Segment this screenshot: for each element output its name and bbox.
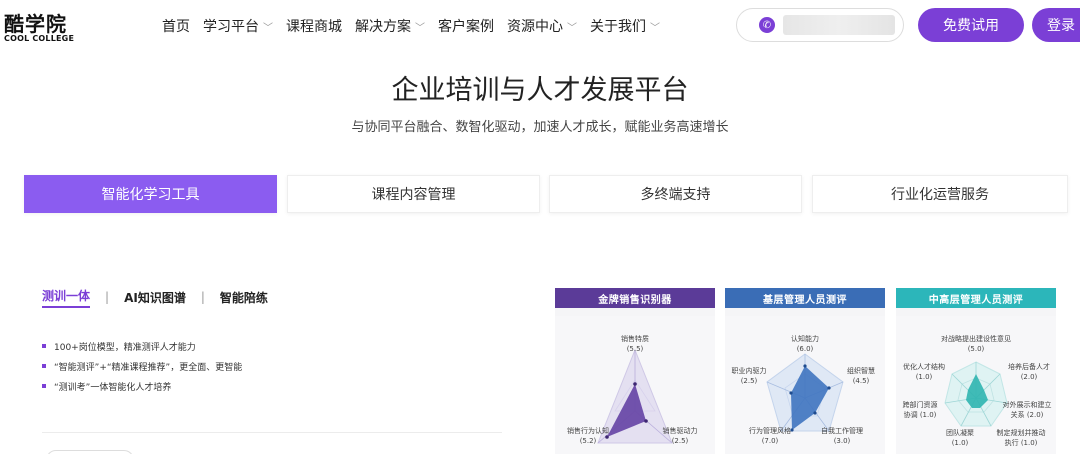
- list-item: 100+岗位模型，精准测评人才能力: [42, 336, 242, 356]
- card-senior-manager: 中高层管理人员测评 对战略提出建设性意见 (5.0) 培养后备人才 (2.0) 对外…: [896, 288, 1056, 454]
- list-item: “测训考”一体智能化人才培养: [42, 376, 242, 396]
- bullet-icon: [42, 364, 46, 368]
- subtab-ai-knowledge[interactable]: AI知识图谱: [124, 289, 186, 306]
- radar-chart: 对战略提出建设性意见 (5.0) 培养后备人才 (2.0) 对外展示和建立关系 (2…: [896, 316, 1056, 454]
- nav-item-learning-platform[interactable]: 学习平台 ﹀: [203, 16, 273, 36]
- divider: |: [200, 290, 205, 304]
- radar-chart: 认知能力 (6.0) 组织智慧 (4.5) 自我工作管理 (3.0) 行为管理风格 (7…: [725, 316, 885, 454]
- feature-tabs: 智能化学习工具 课程内容管理 多终端支持 行业化运营服务: [24, 175, 1080, 213]
- card-sales-identifier: 金牌销售识别器 销售特质 (5.5) 销售驱动力 (2.5) 销售行为认知 (5.2): [555, 288, 715, 454]
- radar-label: 对战略提出建设性意见 (5.0): [941, 335, 1011, 353]
- radar-label: 团队凝聚 (1.0): [946, 429, 974, 447]
- logo-subtext: COOL COLLEGE: [4, 34, 75, 43]
- chevron-down-icon: ﹀: [650, 22, 660, 34]
- phone-icon: ✆: [759, 17, 775, 33]
- section-divider: [42, 432, 502, 433]
- nav-item-about[interactable]: 关于我们 ﹀: [590, 16, 660, 36]
- site-header: 酷学院 COOL COLLEGE 首页 学习平台 ﹀ 课程商城 解决方案 ﹀ 客户案…: [0, 0, 1080, 52]
- phone-contact[interactable]: ✆: [736, 8, 904, 42]
- radar-label: 销售特质 (5.5): [621, 335, 649, 353]
- nav-item-cases[interactable]: 客户案例: [438, 16, 494, 36]
- nav-item-course-mall[interactable]: 课程商城: [286, 16, 342, 36]
- nav-item-solutions[interactable]: 解决方案 ﹀: [355, 16, 425, 36]
- more-button[interactable]: [46, 450, 134, 454]
- bullet-icon: [42, 384, 46, 388]
- card-basic-manager: 基层管理人员测评 认知能力 (6.0) 组织智慧 (4.5) 自我工作管理 (3.0)…: [725, 288, 885, 454]
- tab-multi-terminal[interactable]: 多终端支持: [549, 175, 802, 213]
- radar-label: 跨部门资源协调 (1.0): [902, 401, 938, 419]
- chevron-down-icon: ﹀: [263, 22, 273, 34]
- tab-smart-learning-tools[interactable]: 智能化学习工具: [24, 175, 277, 213]
- tab-course-content[interactable]: 课程内容管理: [287, 175, 540, 213]
- card-title: 基层管理人员测评: [725, 288, 885, 308]
- main-nav: 首页 学习平台 ﹀ 课程商城 解决方案 ﹀ 客户案例 资源中心 ﹀ 关于我们 ﹀: [162, 16, 673, 36]
- subtab-smart-coach[interactable]: 智能陪练: [220, 289, 268, 306]
- tab-industry-ops[interactable]: 行业化运营服务: [812, 175, 1068, 213]
- phone-number-blurred: [783, 15, 895, 35]
- page-title: 企业培训与人才发展平台: [391, 75, 689, 106]
- radar-label: 优化人才结构 (1.0): [903, 363, 945, 381]
- page-subtitle: 与协同平台融合、数智化驱动，加速人才成长，赋能业务高速增长: [351, 120, 729, 135]
- login-button[interactable]: 登录: [1032, 8, 1080, 42]
- chevron-down-icon: ﹀: [415, 22, 425, 34]
- nav-item-home[interactable]: 首页: [162, 16, 190, 36]
- divider: |: [105, 290, 110, 304]
- logo[interactable]: 酷学院 COOL COLLEGE: [4, 8, 84, 44]
- radar-label: 职业内驱力 (2.5): [731, 367, 767, 385]
- feature-list: 100+岗位模型，精准测评人才能力 “智能测评”+“精准课程推荐”，更全面、更智…: [42, 336, 242, 396]
- logo-text: 酷学院: [4, 12, 67, 36]
- radar-label: 行为管理风格 (7.0): [749, 427, 791, 445]
- card-title: 金牌销售识别器: [555, 288, 715, 308]
- bullet-icon: [42, 344, 46, 348]
- sub-tabs: 测训一体 | AI知识图谱 | 智能陪练: [42, 287, 268, 308]
- chevron-down-icon: ﹀: [567, 22, 577, 34]
- radar-label: 制定规划并推动执行 (1.0): [996, 429, 1046, 447]
- nav-item-resources[interactable]: 资源中心 ﹀: [507, 16, 577, 36]
- radar-chart: 销售特质 (5.5) 销售驱动力 (2.5) 销售行为认知 (5.2): [555, 316, 715, 454]
- radar-label: 认知能力 (6.0): [791, 335, 819, 353]
- radar-label: 销售行为认知 (5.2): [567, 427, 609, 445]
- radar-label: 组织智慧 (4.5): [847, 367, 875, 385]
- radar-label: 对外展示和建立关系 (2.0): [1002, 401, 1052, 419]
- card-title: 中高层管理人员测评: [896, 288, 1056, 308]
- radar-label: 培养后备人才 (2.0): [1008, 363, 1050, 381]
- radar-label: 自我工作管理 (3.0): [821, 427, 863, 445]
- free-trial-button[interactable]: 免费试用: [918, 8, 1024, 42]
- list-item: “智能测评”+“精准课程推荐”，更全面、更智能: [42, 356, 242, 376]
- subtab-test-train[interactable]: 测训一体: [42, 287, 91, 308]
- radar-label: 销售驱动力 (2.5): [662, 427, 698, 445]
